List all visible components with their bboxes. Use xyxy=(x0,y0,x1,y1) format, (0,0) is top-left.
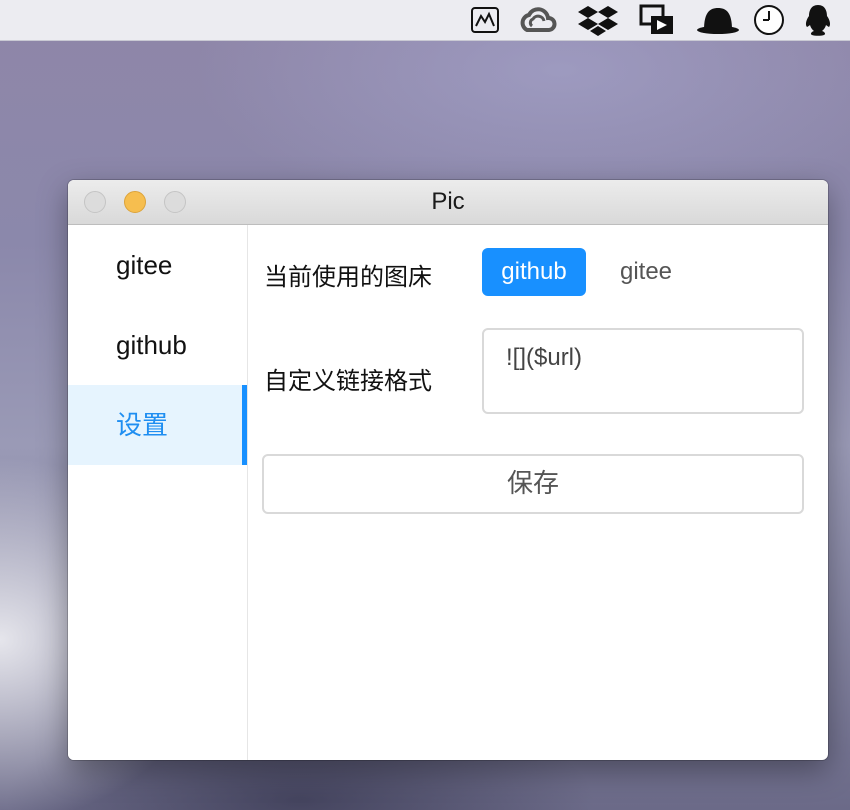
title-bar[interactable]: Pic xyxy=(68,180,828,225)
sidebar-item-settings[interactable]: 设置 xyxy=(68,385,247,465)
menu-bar xyxy=(0,0,850,41)
sidebar-item-gitee[interactable]: gitee xyxy=(68,225,247,305)
current-bed-label: 当前使用的图床 xyxy=(264,263,432,291)
bowler-hat-icon[interactable] xyxy=(696,4,740,36)
app-window: Pic gitee github 设置 当前使用的图床 github gitee… xyxy=(68,180,828,760)
screen-share-icon[interactable] xyxy=(639,4,675,36)
link-format-label: 自定义链接格式 xyxy=(264,367,432,395)
creative-cloud-icon[interactable] xyxy=(517,4,559,36)
link-format-input[interactable]: ![]($url) xyxy=(482,328,804,414)
bed-option-github-button[interactable]: github xyxy=(482,248,586,296)
clock-icon[interactable] xyxy=(752,4,786,36)
sidebar-item-github[interactable]: github xyxy=(68,305,247,385)
bed-option-gitee-button[interactable]: gitee xyxy=(600,248,692,296)
sidebar: gitee github 设置 xyxy=(68,225,248,760)
save-button[interactable]: 保存 xyxy=(262,454,804,514)
window-title: Pic xyxy=(431,188,465,215)
qq-penguin-icon[interactable] xyxy=(802,4,834,36)
settings-panel: 当前使用的图床 github gitee 自定义链接格式 ![]($url) 保… xyxy=(248,225,828,760)
monitor-chart-icon[interactable] xyxy=(470,4,500,36)
dropbox-icon[interactable] xyxy=(578,4,618,36)
